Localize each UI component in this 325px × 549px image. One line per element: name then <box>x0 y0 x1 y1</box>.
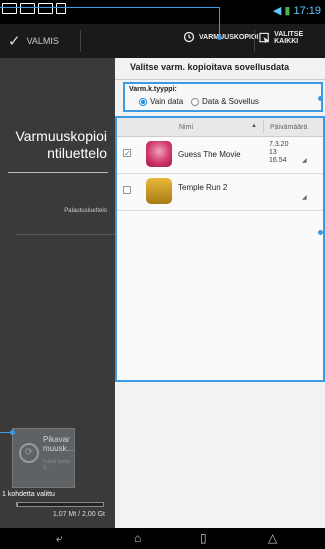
callout-line <box>219 7 220 37</box>
done-label: VALMIS <box>26 36 59 46</box>
select-all-button[interactable]: VALITSE KAIKKI <box>259 31 325 45</box>
mail-notification-icon <box>20 3 35 14</box>
app-name: Guess The Movie <box>178 150 241 159</box>
radio-data-and-app-label: Data & Sovellus <box>202 97 259 106</box>
divider <box>115 79 325 80</box>
sidebar-selected-underline <box>8 172 108 173</box>
quick-backup-label: Pikavar muusk... <box>43 435 74 453</box>
backup-clock-icon <box>183 31 195 43</box>
callout-dot <box>318 96 323 101</box>
storage-fill <box>17 503 18 506</box>
back-icon[interactable]: ⤶ <box>56 531 63 546</box>
sidebar: Varmuuskopioi ntiluettelo Palautusluette… <box>0 58 115 528</box>
callout-dot <box>217 35 222 40</box>
callout-dot <box>10 430 15 435</box>
select-all-label: VALITSE KAIKKI <box>274 31 304 45</box>
page-title: Valitse varm. kopioitava sovellusdata <box>130 62 290 72</box>
notification-icons <box>2 3 66 14</box>
radio-data-only[interactable]: Vain data <box>139 97 183 106</box>
select-all-icon <box>259 32 270 44</box>
app-name: Temple Run 2 <box>178 183 228 192</box>
expand-triangle-icon[interactable]: ◢ <box>302 194 307 201</box>
column-header-date[interactable]: Päivämäärä <box>270 124 307 131</box>
battery-icon: ▮ <box>284 5 291 17</box>
selected-count: 1 kohdetta valittu <box>2 491 55 498</box>
checkmark-icon: ✓ <box>8 33 21 50</box>
navigation-bar: ⤶ ⌂ ▯ △ <box>0 528 325 549</box>
menu-icon[interactable]: △ <box>268 531 277 545</box>
storage-text: 1,07 Mt / 2,00 Gt <box>52 511 105 518</box>
status-bar: ◀ ▮ 17:19 <box>0 0 325 24</box>
backup-type-label: Varm.k.tyyppi: <box>129 86 177 93</box>
radio-unselected-icon <box>191 97 199 106</box>
clock: 17:19 <box>293 5 321 17</box>
wifi-icon: ◀ <box>272 5 282 17</box>
mail-notification-icon <box>38 3 53 14</box>
backup-type-selector: Varm.k.tyyppi: Vain data Data & Sovellus <box>123 82 323 112</box>
divider <box>80 30 81 52</box>
guess-the-movie-app-icon <box>146 141 172 167</box>
recent-apps-icon[interactable]: ▯ <box>200 531 207 545</box>
backup-clock-icon: ⟳ <box>19 443 39 463</box>
temple-run-2-app-icon <box>146 178 172 204</box>
home-icon[interactable]: ⌂ <box>134 531 141 545</box>
app-list: Nimi ▲ Päivämäärä ✓ Guess The Movie 7.3.… <box>115 116 325 382</box>
divider <box>254 30 255 52</box>
list-header: Nimi ▲ Päivämäärä <box>117 118 323 137</box>
checkbox-unchecked[interactable] <box>123 186 131 194</box>
done-button[interactable]: ✓ VALMIS <box>8 32 59 50</box>
app-date: 7.3.20 13 16.54 <box>269 141 289 164</box>
quick-backup-button[interactable]: ⟳ Pikavar muusk... Kaikki tiedot &... <box>12 428 75 488</box>
checkbox-checked[interactable]: ✓ <box>123 149 131 158</box>
radio-data-and-app[interactable]: Data & Sovellus <box>191 97 259 106</box>
radio-selected-icon <box>139 97 147 106</box>
list-item[interactable]: Temple Run 2 ◢ <box>117 174 323 211</box>
sd-card-icon <box>56 3 66 14</box>
list-item[interactable]: ✓ Guess The Movie 7.3.20 13 16.54 ◢ <box>117 137 323 174</box>
quick-backup-subtitle: Kaikki tiedot &... <box>43 459 70 471</box>
expand-triangle-icon[interactable]: ◢ <box>302 157 307 164</box>
action-bar: ✓ VALMIS VARMUUSKOPIOI VALITSE KAIKKI <box>0 24 325 59</box>
column-header-name[interactable]: Nimi <box>179 124 193 131</box>
callout-dot <box>318 230 323 235</box>
sidebar-item-restore-list[interactable]: Palautusluettelo <box>64 208 107 214</box>
storage-bar <box>16 502 104 507</box>
main-panel: Valitse varm. kopioitava sovellusdata Va… <box>115 58 325 528</box>
radio-data-only-label: Vain data <box>150 97 184 106</box>
image-notification-icon <box>2 3 17 14</box>
callout-line <box>0 7 219 8</box>
backup-label: VARMUUSKOPIOI <box>199 33 259 41</box>
sidebar-title-backup-list[interactable]: Varmuuskopioi ntiluettelo <box>0 128 107 162</box>
divider <box>263 120 264 134</box>
status-right: ◀ ▮ 17:19 <box>273 4 321 17</box>
divider <box>15 234 115 235</box>
sort-ascending-icon[interactable]: ▲ <box>251 123 257 129</box>
